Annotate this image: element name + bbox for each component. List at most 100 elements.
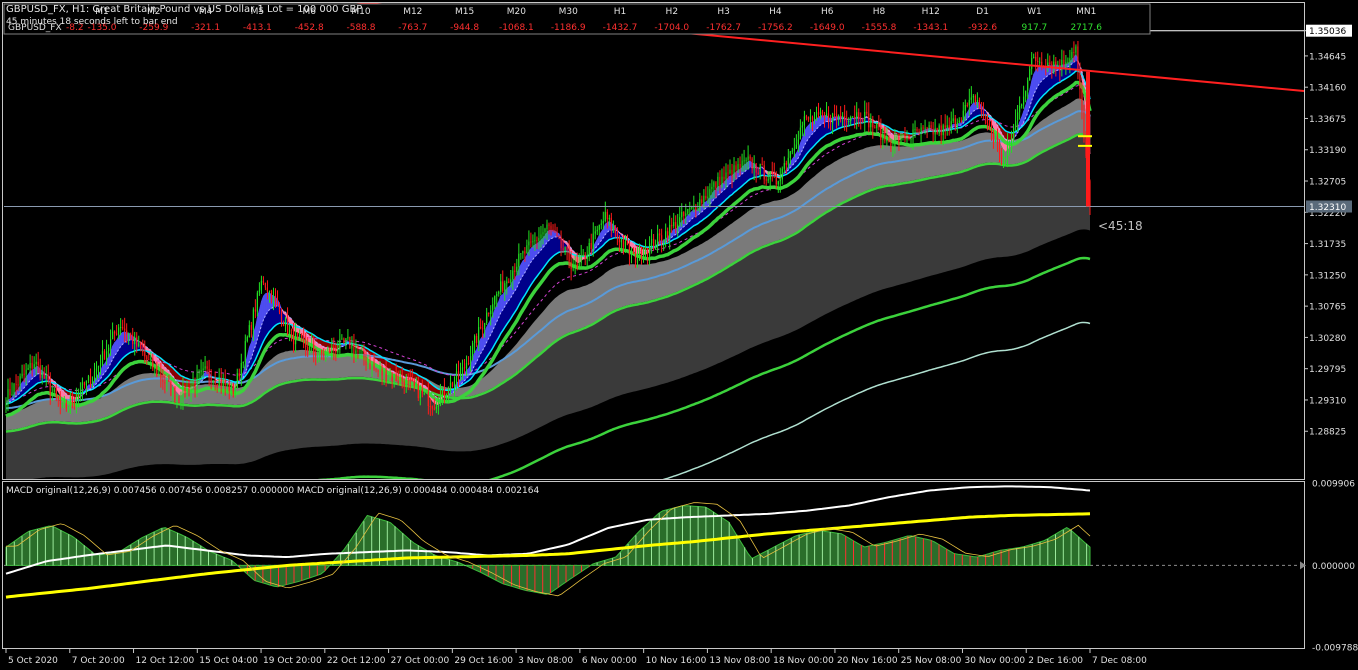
macd-chart-area[interactable]: [4, 485, 1304, 599]
candle-body: [101, 351, 104, 366]
candle-body: [797, 139, 799, 145]
candle-body: [880, 126, 882, 140]
candle-body: [1006, 144, 1009, 158]
candle-body: [260, 280, 262, 291]
candle-body: [667, 231, 669, 238]
candle-body: [705, 195, 707, 199]
candle-body: [387, 378, 389, 382]
candle-body: [940, 125, 942, 136]
candle-body: [500, 281, 502, 292]
candle-body: [614, 226, 616, 233]
candle-body: [200, 370, 202, 373]
candle-body: [657, 233, 659, 246]
candle-body: [938, 125, 940, 134]
macd-histogram-bar: [573, 565, 575, 577]
candle-body: [1075, 46, 1077, 53]
macd-histogram-bar: [526, 565, 528, 591]
candle-body: [453, 381, 456, 387]
candle-body: [823, 115, 826, 117]
candle-body: [584, 254, 586, 260]
candle-body: [99, 365, 102, 367]
candle-body: [741, 160, 743, 169]
candle-body: [188, 386, 190, 392]
candle-body: [443, 387, 445, 397]
candle-body: [174, 387, 176, 401]
candle-body: [65, 403, 67, 409]
time-tick-label: 10 Nov 16:00: [646, 656, 707, 666]
candle-body: [908, 137, 910, 140]
macd-histogram-bar: [340, 553, 342, 566]
candle-body: [95, 368, 98, 372]
candle-body: [240, 363, 242, 377]
candle-body: [91, 379, 94, 386]
candle-body: [327, 348, 329, 351]
candle-body: [216, 384, 218, 387]
candle-body: [1081, 89, 1083, 112]
candle-body: [646, 250, 649, 255]
candle-body: [407, 378, 409, 380]
candle-body: [568, 250, 570, 262]
candle-body: [114, 331, 116, 334]
candle-body: [524, 251, 526, 254]
tf-header-m15: M15: [455, 7, 474, 17]
macd-histogram-bar: [899, 538, 901, 566]
candle-body: [57, 396, 59, 401]
candle-body: [238, 373, 240, 377]
candle-body: [258, 290, 260, 293]
trading-chart[interactable]: 1.35036 1.34645 1.34160 1.33675 1.33190 1.327…: [0, 0, 1358, 670]
candle-body: [276, 301, 279, 306]
candle-body: [761, 164, 763, 166]
candle-body: [69, 397, 71, 407]
candle-body: [914, 129, 916, 130]
candle-body: [198, 372, 200, 374]
candle-body: [757, 172, 759, 175]
candle-body: [423, 393, 425, 395]
candle-body: [256, 292, 258, 312]
candle-body: [942, 125, 944, 136]
candle-body: [868, 113, 870, 128]
candle-body: [811, 116, 814, 121]
tf-value-h4: -1756.2: [758, 23, 793, 33]
candle-body: [291, 330, 293, 331]
candle-body: [920, 127, 922, 133]
candle-body: [1063, 59, 1065, 66]
macd-histogram-bar: [930, 540, 932, 566]
candle-body: [848, 121, 850, 123]
candle-body: [735, 165, 737, 170]
candle-body: [922, 127, 924, 129]
candle-body: [160, 373, 162, 380]
candle-body: [988, 123, 990, 130]
candle-body: [359, 350, 361, 352]
macd-histogram-bar: [954, 553, 955, 566]
candle-body: [928, 125, 930, 129]
candle-body: [886, 137, 888, 142]
candle-body: [992, 132, 995, 141]
macd-histogram-bar: [464, 565, 466, 567]
candle-body: [900, 134, 902, 144]
candle-body: [781, 168, 783, 180]
macd-histogram-bar: [177, 532, 178, 566]
tf-value-h2: -1704.0: [654, 23, 689, 33]
candle-body: [996, 138, 999, 143]
candle-body: [303, 336, 305, 341]
macd-histogram-bar: [1086, 543, 1088, 566]
candle-body: [468, 363, 470, 364]
candle-body: [379, 369, 381, 372]
candle-body: [278, 305, 281, 313]
candle-body: [9, 388, 11, 396]
candle-body: [904, 133, 906, 141]
tf-value-m4: -321.1: [191, 23, 220, 33]
candle-body: [33, 364, 35, 369]
candle-body: [47, 375, 49, 381]
candle-body: [594, 231, 596, 234]
candle-body: [371, 364, 373, 370]
candle-body: [112, 331, 114, 340]
chart-subtitle: 45 minutes 18 seconds left to bar end: [6, 17, 178, 27]
time-tick-label: 7 Oct 20:00: [72, 656, 125, 666]
candle-body: [832, 113, 834, 124]
candle-body: [299, 334, 301, 336]
candle-body: [108, 347, 110, 352]
candle-body: [77, 394, 79, 399]
candle-body: [162, 379, 164, 382]
candle-body: [184, 385, 186, 395]
